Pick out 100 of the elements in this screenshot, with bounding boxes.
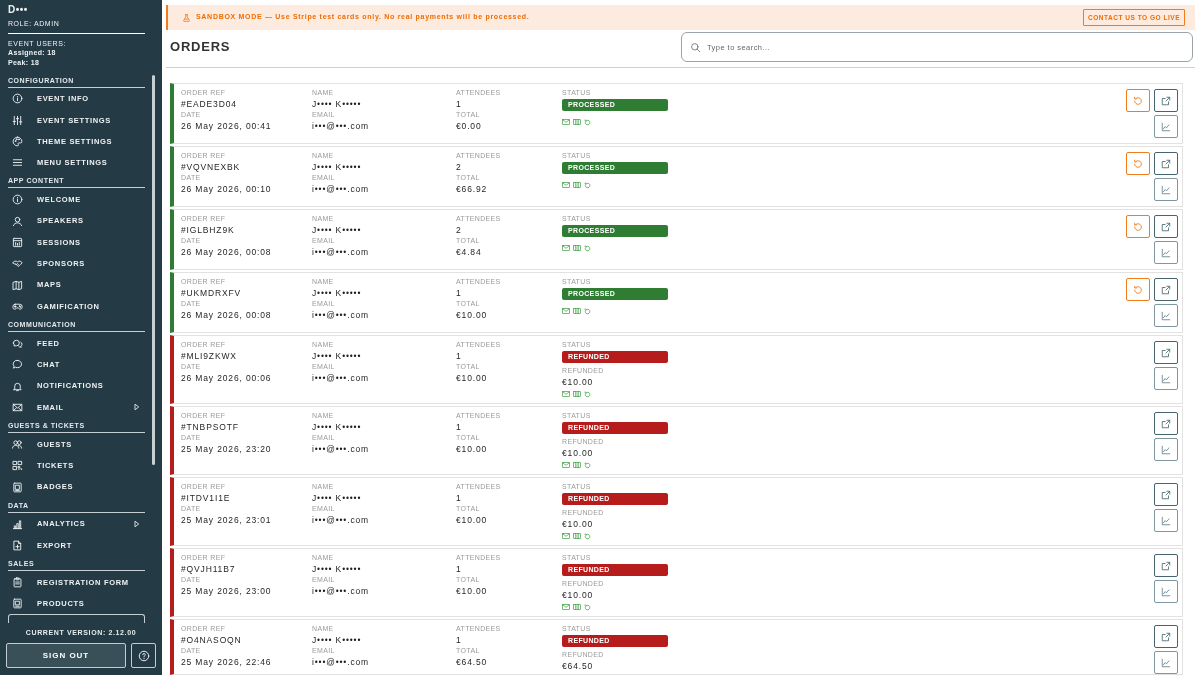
open-button[interactable] — [1154, 152, 1178, 175]
customer-email: i•••@•••.com — [312, 309, 369, 321]
chart-button[interactable] — [1154, 509, 1178, 532]
line-chart-icon — [1161, 444, 1171, 455]
file-plus-icon — [12, 539, 23, 551]
palette-icon — [12, 135, 23, 147]
refunded-amount: €10.00 — [562, 447, 594, 459]
order-ref: #MLI9ZKWX — [181, 350, 237, 362]
refunded-amount: €64.50 — [562, 660, 594, 672]
order-total: €4.84 — [456, 246, 482, 258]
customer-name: J•••• K••••• — [312, 563, 362, 575]
order-total: €64.50 — [456, 656, 488, 668]
refresh-icon — [584, 603, 591, 611]
refresh-icon — [584, 307, 591, 315]
rotate-left-icon — [1133, 284, 1143, 295]
line-chart-icon — [1161, 373, 1171, 384]
line-chart-icon — [1161, 310, 1171, 321]
open-button[interactable] — [1154, 412, 1178, 435]
chart-button[interactable] — [1154, 178, 1178, 201]
external-link-icon — [1161, 95, 1171, 106]
ticket-icon — [573, 245, 581, 251]
refresh-icon — [584, 532, 591, 540]
order-date: 25 May 2026, 23:01 — [181, 514, 272, 526]
help-button[interactable] — [131, 643, 156, 668]
bell-icon — [12, 380, 23, 392]
chart-button[interactable] — [1154, 304, 1178, 327]
order-date: 25 May 2026, 23:00 — [181, 585, 272, 597]
calendar-icon — [12, 236, 23, 248]
customer-email: i•••@•••.com — [312, 120, 369, 132]
customer-name: J•••• K••••• — [312, 421, 362, 433]
open-button[interactable] — [1154, 278, 1178, 301]
org-name: D••• — [8, 4, 28, 16]
info-icon — [12, 194, 23, 206]
refunded-amount: €10.00 — [562, 589, 594, 601]
bar-chart-icon — [12, 518, 23, 530]
attendee-count: 1 — [456, 563, 462, 575]
flask-icon — [182, 12, 191, 23]
customer-email: i•••@•••.com — [312, 372, 369, 384]
chart-button[interactable] — [1154, 367, 1178, 390]
open-button[interactable] — [1154, 215, 1178, 238]
sign-out-button[interactable]: SIGN OUT — [6, 643, 126, 668]
badge-icon — [12, 481, 23, 493]
ticket-icon — [573, 308, 581, 314]
refresh-icon — [584, 390, 591, 398]
chart-button[interactable] — [1154, 115, 1178, 138]
chart-button[interactable] — [1154, 241, 1178, 264]
chart-button[interactable] — [1154, 438, 1178, 461]
attendee-count: 2 — [456, 161, 462, 173]
rotate-left-icon — [1133, 221, 1143, 232]
customer-email: i•••@•••.com — [312, 514, 369, 526]
info-icon — [12, 93, 23, 105]
line-chart-icon — [1161, 657, 1171, 668]
attendee-count: 1 — [456, 492, 462, 504]
rotate-left-icon — [1133, 95, 1143, 106]
attendee-count: 1 — [456, 350, 462, 362]
open-button[interactable] — [1154, 554, 1178, 577]
external-link-icon — [1161, 284, 1171, 295]
order-ref: #TNBPSOTF — [181, 421, 239, 433]
handshake-icon — [12, 258, 23, 270]
menu-icon — [12, 157, 23, 169]
refresh-icon — [584, 118, 591, 126]
refund-button[interactable] — [1126, 278, 1150, 301]
rotate-left-icon — [1133, 158, 1143, 169]
badge-icon — [12, 598, 23, 610]
refunded-amount: €10.00 — [562, 518, 594, 530]
map-icon — [12, 279, 23, 291]
chart-button[interactable] — [1154, 651, 1178, 674]
ticket-icon — [573, 391, 581, 397]
open-button[interactable] — [1154, 625, 1178, 648]
open-button[interactable] — [1154, 483, 1178, 506]
customer-email: i•••@•••.com — [312, 585, 369, 597]
refund-button[interactable] — [1126, 89, 1150, 112]
open-button[interactable] — [1154, 89, 1178, 112]
refund-button[interactable] — [1126, 152, 1150, 175]
external-link-icon — [1161, 221, 1171, 232]
page-title: ORDERS — [169, 39, 231, 55]
order-ref: #VQVNEXBK — [181, 161, 241, 173]
order-total: €10.00 — [456, 585, 488, 597]
order-date: 26 May 2026, 00:08 — [181, 309, 272, 321]
attendee-count: 1 — [456, 98, 462, 110]
scrollbar-thumb[interactable] — [152, 75, 155, 465]
chart-button[interactable] — [1154, 580, 1178, 603]
order-total: €10.00 — [456, 443, 488, 455]
refund-button[interactable] — [1126, 215, 1150, 238]
order-ref: #IGLBHZ9K — [181, 224, 235, 236]
open-button[interactable] — [1154, 341, 1178, 364]
attendee-count: 1 — [456, 634, 462, 646]
attendee-count: 1 — [456, 421, 462, 433]
refunded-amount: €10.00 — [562, 376, 594, 388]
attendee-count: 2 — [456, 224, 462, 236]
order-ref: #EADE3D04 — [181, 98, 237, 110]
customer-email: i•••@•••.com — [312, 246, 369, 258]
help-icon — [137, 649, 150, 662]
line-chart-icon — [1161, 121, 1171, 132]
ticket-icon — [573, 182, 581, 188]
customer-name: J•••• K••••• — [312, 98, 362, 110]
refresh-icon — [584, 181, 591, 189]
order-date: 26 May 2026, 00:10 — [181, 183, 272, 195]
line-chart-icon — [1161, 515, 1171, 526]
customer-name: J•••• K••••• — [312, 350, 362, 362]
